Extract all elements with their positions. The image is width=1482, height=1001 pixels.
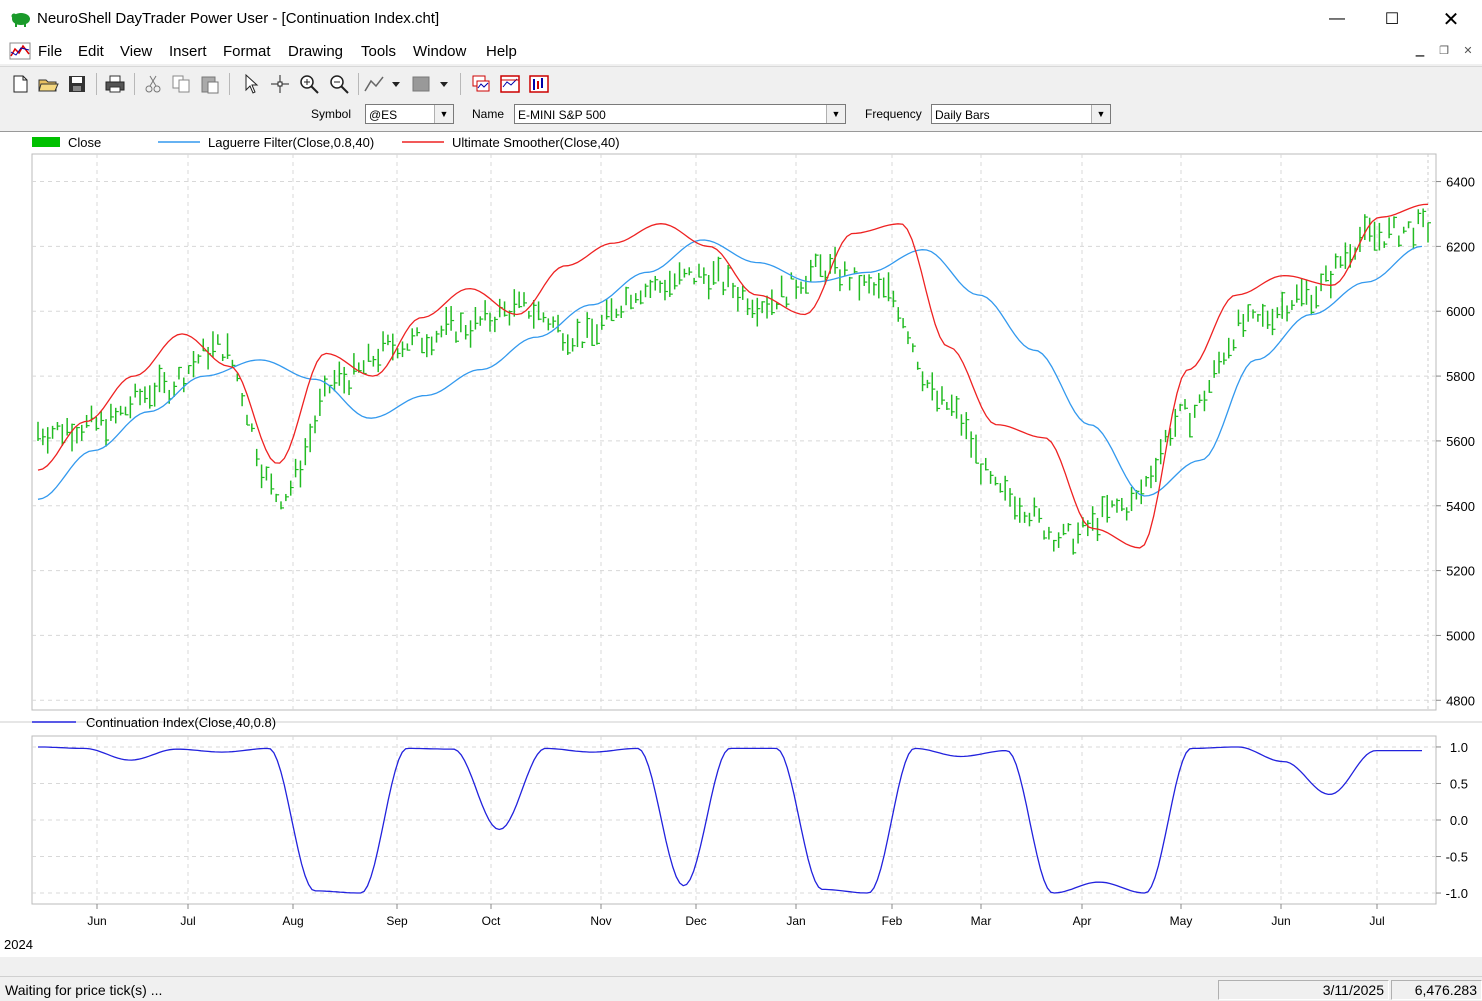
menu-format[interactable]: Format xyxy=(223,43,271,60)
y-tick-label: -1.0 xyxy=(1446,886,1468,901)
status-date: 3/11/2025 xyxy=(1218,980,1389,1000)
legend-label: Close xyxy=(68,135,101,150)
y-tick-label: 5800 xyxy=(1446,369,1475,384)
shade-icon[interactable] xyxy=(410,73,432,95)
x-tick-label: Jul xyxy=(180,914,195,928)
status-message: Waiting for price tick(s) ... xyxy=(5,982,163,998)
y-tick-label: 5400 xyxy=(1446,499,1475,514)
frequency-label: Frequency xyxy=(865,107,922,121)
print-icon[interactable] xyxy=(104,73,126,95)
name-value: E-MINI S&P 500 xyxy=(518,108,606,122)
x-tick-label: Jan xyxy=(786,914,805,928)
x-tick-label: Dec xyxy=(685,914,706,928)
name-label: Name xyxy=(472,107,505,121)
y-tick-label: 1.0 xyxy=(1450,740,1468,755)
chevron-down-icon[interactable]: ▼ xyxy=(826,105,845,123)
y-tick-label: 5600 xyxy=(1446,434,1475,449)
x-tick-label: Apr xyxy=(1073,914,1092,928)
toolbar-separator xyxy=(96,73,97,95)
legend-label: Ultimate Smoother(Close,40) xyxy=(452,135,620,150)
frequency-combo[interactable]: Daily Bars ▼ xyxy=(931,104,1111,124)
menu-view[interactable]: View xyxy=(120,43,152,60)
toolbar-separator xyxy=(229,73,230,95)
open-folder-icon[interactable] xyxy=(37,73,59,95)
x-tick-label: Oct xyxy=(482,914,501,928)
window-title: NeuroShell DayTrader Power User - [Conti… xyxy=(37,10,440,27)
new-file-icon[interactable] xyxy=(9,73,31,95)
close-button[interactable]: ✕ xyxy=(1422,0,1480,38)
x-tick-label: Jun xyxy=(1271,914,1290,928)
y-tick-label: 0.0 xyxy=(1450,813,1468,828)
mdi-close-button[interactable]: ✕ xyxy=(1460,44,1476,58)
menu-tools[interactable]: Tools xyxy=(361,43,396,60)
menu-help[interactable]: Help xyxy=(486,43,517,60)
menu-bar: File Edit View Insert Format Drawing Tools Wind… xyxy=(0,38,1482,64)
x-tick-label: Jul xyxy=(1369,914,1384,928)
chart-window-icon[interactable] xyxy=(499,73,521,95)
x-tick-label: Sep xyxy=(386,914,408,928)
line-draw-icon[interactable] xyxy=(363,73,385,95)
y-tick-label: 5000 xyxy=(1446,628,1475,643)
chart-doc-icon[interactable] xyxy=(9,42,31,60)
status-bar: Waiting for price tick(s) ... 3/11/2025 … xyxy=(0,976,1482,1001)
symbol-bar: Symbol @ES ▼ Name E-MINI S&P 500 ▼ Frequ… xyxy=(0,100,1482,130)
y-tick-label: 6200 xyxy=(1446,239,1475,254)
save-icon[interactable] xyxy=(66,73,88,95)
menu-window[interactable]: Window xyxy=(413,43,466,60)
menu-insert[interactable]: Insert xyxy=(169,43,207,60)
symbol-combo[interactable]: @ES ▼ xyxy=(365,104,454,124)
pointer-icon[interactable] xyxy=(240,73,262,95)
menu-edit[interactable]: Edit xyxy=(78,43,104,60)
bars-icon[interactable] xyxy=(528,73,550,95)
cut-icon[interactable] xyxy=(142,73,164,95)
year-label: 2024 xyxy=(4,937,33,952)
symbol-label: Symbol xyxy=(311,107,352,121)
legend-label: Laguerre Filter(Close,0.8,40) xyxy=(208,135,374,150)
symbol-value: @ES xyxy=(369,108,398,122)
y-tick-label: 0.5 xyxy=(1450,776,1468,791)
x-tick-label: Jun xyxy=(87,914,106,928)
x-tick-label: Feb xyxy=(882,914,903,928)
mdi-restore-button[interactable]: ❐ xyxy=(1436,44,1452,58)
maximize-button[interactable]: ☐ xyxy=(1363,0,1421,38)
toolbar-separator xyxy=(460,73,461,95)
y-tick-label: -0.5 xyxy=(1446,850,1468,865)
paste-icon[interactable] xyxy=(199,73,221,95)
y-tick-label: 5200 xyxy=(1446,564,1475,579)
y-tick-label: 6000 xyxy=(1446,304,1475,319)
status-value: 6,476.283 xyxy=(1391,980,1482,1000)
zoom-in-icon[interactable] xyxy=(298,73,320,95)
y-tick-label: 4800 xyxy=(1446,693,1475,708)
x-tick-label: May xyxy=(1170,914,1193,928)
dropdown-arrow-icon[interactable] xyxy=(436,73,452,95)
x-tick-label: Nov xyxy=(590,914,611,928)
menu-drawing[interactable]: Drawing xyxy=(288,43,343,60)
chevron-down-icon[interactable]: ▼ xyxy=(1091,105,1110,123)
price-chart[interactable]: 6400 6200 6000 5800 5600 5400 5200 5000 4800 1.0 0… xyxy=(0,132,1482,957)
menu-file[interactable]: File xyxy=(38,43,62,60)
legend-label: Continuation Index(Close,40,0.8) xyxy=(86,715,276,730)
toolbar-separator xyxy=(134,73,135,95)
crosshair-icon[interactable] xyxy=(269,73,291,95)
price-panel xyxy=(31,153,1437,711)
zoom-out-icon[interactable] xyxy=(328,73,350,95)
chevron-down-icon[interactable]: ▼ xyxy=(434,105,453,123)
mdi-minimize-button[interactable]: ▁ xyxy=(1412,44,1428,58)
app-icon xyxy=(11,13,30,27)
y-tick-label: 6400 xyxy=(1446,175,1475,190)
indicator-icon[interactable] xyxy=(470,73,492,95)
frequency-value: Daily Bars xyxy=(935,108,990,122)
x-tick-label: Aug xyxy=(282,914,303,928)
dropdown-arrow-icon[interactable] xyxy=(388,73,404,95)
minimize-button[interactable]: — xyxy=(1308,0,1366,38)
copy-icon[interactable] xyxy=(170,73,192,95)
x-tick-label: Mar xyxy=(971,914,992,928)
legend-swatch xyxy=(32,137,60,147)
title-bar: NeuroShell DayTrader Power User - [Conti… xyxy=(0,0,1482,38)
toolbar xyxy=(0,66,1482,101)
name-combo[interactable]: E-MINI S&P 500 ▼ xyxy=(514,104,846,124)
chart-window[interactable]: 6400 6200 6000 5800 5600 5400 5200 5000 4800 1.0 0… xyxy=(0,131,1482,957)
toolbar-separator xyxy=(358,73,359,95)
